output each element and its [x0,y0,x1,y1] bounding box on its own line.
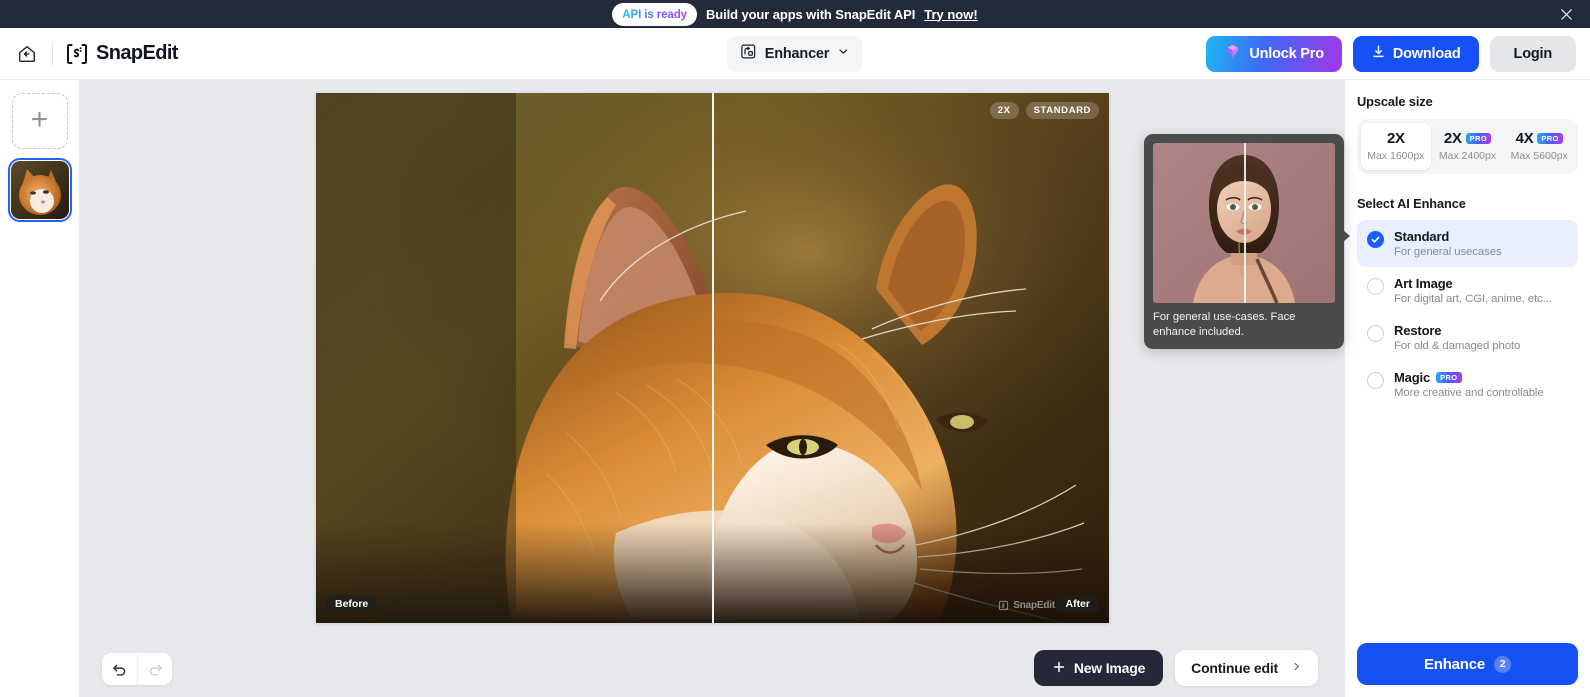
plus-icon [1052,660,1066,677]
add-image-button[interactable]: + [11,93,68,149]
download-label: Download [1392,45,1461,62]
enhance-option-name: Art Image [1394,276,1453,291]
continue-edit-label: Continue edit [1191,660,1278,676]
api-ready-badge-label: API is ready [622,8,687,21]
upscale-option-scale: 2X [1443,130,1462,147]
enhance-button[interactable]: Enhance 2 [1357,643,1578,685]
redo-icon[interactable] [137,653,172,685]
before-after-stage[interactable]: 2X STANDARD Before After SnapEdit [316,93,1109,623]
tool-selector-label: Enhancer [764,45,830,62]
after-label: After [1056,595,1099,613]
upscale-option-4x-pro[interactable]: 4X PRO Max 5600px [1504,123,1574,170]
undo-icon[interactable] [102,653,137,685]
app-header: SnapEdit Enhancer Unlock Pro Download Lo… [0,28,1590,80]
unlock-pro-label: Unlock Pro [1249,45,1324,62]
tool-selector[interactable]: Enhancer [726,35,864,72]
enhance-option-desc: For general usecases [1394,246,1502,258]
enhance-option-name: Magic PRO [1394,370,1544,385]
before-label: Before [326,595,378,613]
enhance-option-desc: More creative and controllable [1394,387,1544,399]
tooltip-arrow [1343,230,1350,242]
new-image-label: New Image [1073,660,1146,676]
enhance-option-name: Restore [1394,323,1442,338]
promo-banner: API is ready Build your apps with SnapEd… [0,0,1590,28]
enhance-credit-badge: 2 [1494,655,1512,673]
upscale-size-group: 2X Max 1600px 2X PRO Max 2400px 4X PRO M… [1357,119,1578,174]
upscale-option-2x-pro[interactable]: 2X PRO Max 2400px [1433,123,1503,170]
promo-text: Build your apps with SnapEdit API [705,6,916,22]
snapedit-logo-icon [65,42,89,66]
download-button[interactable]: Download [1352,35,1479,72]
enhance-option-standard[interactable]: Standard For general usecases [1357,220,1578,267]
enhance-option-magic[interactable]: Magic PRO More creative and controllable [1357,361,1578,408]
watermark-label: SnapEdit [1013,600,1055,611]
select-ai-enhance-title: Select AI Enhance [1357,196,1466,211]
enhance-option-desc: For old & damaged photo [1394,340,1521,352]
workspace: + 2X STANDARD Before After SnapEdit For … [0,80,1590,697]
try-now-link[interactable]: Try now! [924,7,977,22]
enhance-option-restore[interactable]: Restore For old & damaged photo [1357,314,1578,361]
continue-edit-button[interactable]: Continue edit [1175,650,1318,686]
login-button[interactable]: Login [1489,35,1576,72]
upscale-option-max: Max 2400px [1438,150,1497,162]
preview-divider [1244,143,1246,303]
chevron-right-icon [1291,661,1302,675]
mode-badge: STANDARD [1025,102,1099,119]
new-image-button[interactable]: New Image [1033,650,1164,686]
enhance-option-desc: For digital art, CGI, anime, etc... [1394,293,1552,305]
enhance-option-art-image[interactable]: Art Image For digital art, CGI, anime, e… [1357,267,1578,314]
enhancer-icon [740,43,757,65]
gem-icon [1224,43,1241,64]
enhance-preview-tooltip: For general use-cases. Face enhance incl… [1144,134,1350,350]
api-ready-badge: API is ready [612,2,697,26]
enhance-button-label: Enhance [1423,655,1486,673]
upscale-option-max: Max 5600px [1510,150,1568,162]
home-back-icon[interactable] [14,41,40,67]
upscale-option-max: Max 1600px [1367,150,1425,162]
header-divider [52,41,53,66]
close-icon[interactable] [1556,4,1576,24]
chevron-down-icon [837,45,850,63]
radio-checked-icon[interactable] [1367,231,1384,248]
snapedit-app: API is ready Build your apps with SnapEd… [0,0,1590,697]
image-rail: + [0,80,80,697]
editor-canvas: 2X STANDARD Before After SnapEdit For ge… [80,80,1350,697]
pro-badge: PRO [1465,133,1492,144]
pro-badge: PRO [1537,133,1563,144]
preview-image [1153,143,1335,303]
cat-thumbnail[interactable] [7,158,72,222]
brand-name: SnapEdit [96,42,178,64]
brand-logo[interactable]: SnapEdit [65,42,178,66]
upscale-size-title: Upscale size [1357,94,1433,109]
canvas-actions: New Image Continue edit [1033,650,1318,686]
upscale-option-scale: 2X [1386,130,1405,147]
plus-icon: + [30,102,49,136]
unlock-pro-button[interactable]: Unlock Pro [1206,35,1342,72]
radio-unchecked-icon[interactable] [1367,372,1384,389]
upscale-option-scale: 4X [1515,130,1534,147]
settings-panel: Upscale size 2X Max 1600px 2X PRO Max 24… [1344,80,1590,697]
stage-badges: 2X STANDARD [989,102,1099,119]
enhance-option-name: Standard [1394,229,1450,244]
history-controls [102,653,172,685]
radio-unchecked-icon[interactable] [1367,325,1384,342]
scale-badge: 2X [989,102,1019,119]
ai-enhance-options: Standard For general usecases Art Image … [1357,220,1578,408]
upscale-option-2x-free[interactable]: 2X Max 1600px [1361,123,1431,170]
preview-caption: For general use-cases. Face enhance incl… [1153,311,1296,339]
panel-footer: Enhance 2 [1345,633,1590,697]
download-icon [1371,44,1386,63]
radio-unchecked-icon[interactable] [1367,278,1384,295]
snapedit-watermark: SnapEdit [998,600,1055,611]
before-after-slider-handle[interactable] [712,93,714,623]
pro-badge: PRO [1436,372,1462,383]
